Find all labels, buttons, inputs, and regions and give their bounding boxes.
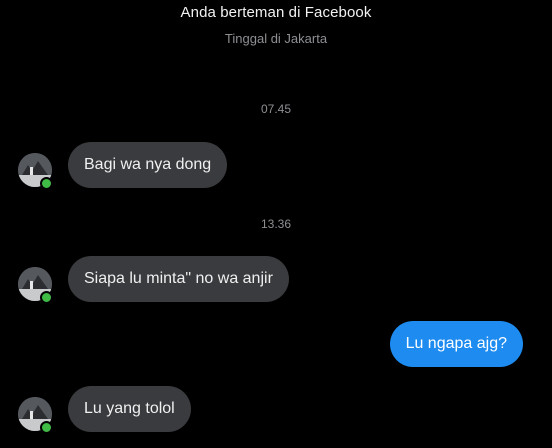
incoming-message-bubble[interactable]: Lu yang tolol — [68, 386, 191, 432]
online-dot-icon — [40, 291, 53, 304]
outgoing-message-row: Lu ngapa ajg? — [0, 319, 552, 371]
online-dot-icon — [40, 421, 53, 434]
incoming-message-row: Bagi wa nya dong — [0, 140, 552, 192]
outgoing-message-bubble[interactable]: Lu ngapa ajg? — [389, 321, 523, 367]
online-dot-icon — [40, 177, 53, 190]
location-text: Tinggal di Jakarta — [224, 31, 328, 46]
incoming-message-row: Siapa lu minta" no wa anjir — [0, 254, 552, 306]
message-timestamp: 13.36 — [260, 217, 292, 231]
incoming-message-row: Lu yang tolol — [0, 384, 552, 436]
message-timestamp: 07.45 — [260, 102, 292, 116]
incoming-message-bubble[interactable]: Bagi wa nya dong — [68, 142, 228, 188]
incoming-message-bubble[interactable]: Siapa lu minta" no wa anjir — [68, 256, 289, 302]
friend-status-text: Anda berteman di Facebook — [180, 4, 372, 21]
